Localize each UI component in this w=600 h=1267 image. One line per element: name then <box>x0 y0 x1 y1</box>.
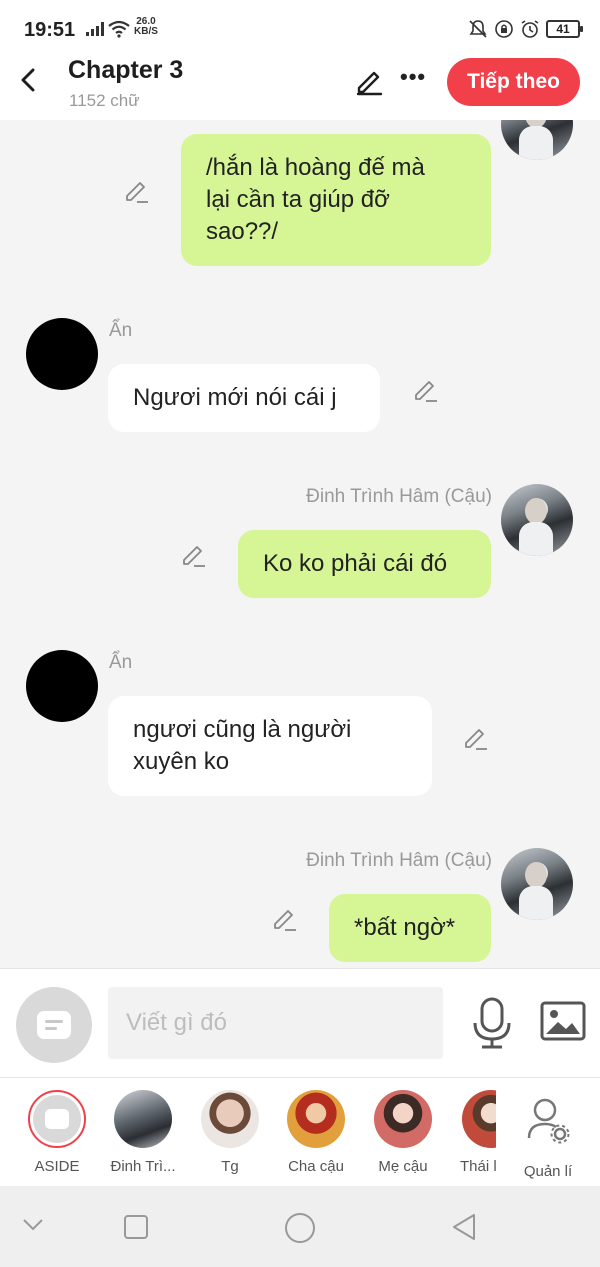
message-bubble[interactable]: *bất ngờ* <box>329 894 491 962</box>
message-line: Ngươi mới nói cái j <box>133 384 337 411</box>
message-line: lại cần ta giúp đỡ <box>206 186 390 213</box>
manage-characters-icon <box>527 1098 570 1144</box>
character-cha-cau[interactable]: Cha cậu <box>274 1090 358 1175</box>
recent-apps-icon[interactable] <box>123 1214 149 1240</box>
character-aside[interactable]: ASIDE <box>15 1090 99 1175</box>
battery-indicator: 41 <box>546 20 583 38</box>
status-icons: 41 <box>468 19 583 39</box>
mute-bell-icon <box>469 20 487 38</box>
character-label: Tg <box>221 1158 239 1175</box>
character-label: Mẹ cậu <box>378 1158 428 1175</box>
message-bubble[interactable]: ngươi cũng là người xuyên ko <box>108 696 432 796</box>
home-icon[interactable] <box>284 1212 316 1244</box>
character-label: ASIDE <box>34 1158 80 1175</box>
pen-edit-icon[interactable] <box>354 66 384 96</box>
chat-area[interactable]: /hắn là hoàng đế mà lại cần ta giúp đỡ s… <box>0 120 600 968</box>
character-avatar <box>201 1090 259 1148</box>
message-line: /hắn là hoàng đế mà <box>206 154 425 181</box>
network-speed-unit: KB/S <box>134 26 158 37</box>
edit-message-icon[interactable] <box>123 177 151 205</box>
status-time: 19:51 <box>24 19 76 41</box>
message-line: xuyên ko <box>133 748 230 775</box>
system-nav-bar <box>0 1186 600 1267</box>
avatar-dinh-trinh-ham[interactable] <box>501 484 573 556</box>
status-bar: 19:51 26.0 KB/S 41 <box>0 0 600 56</box>
back-arrow-icon[interactable] <box>14 64 46 96</box>
message-input[interactable] <box>108 987 443 1059</box>
character-label: Cha cậu <box>288 1158 344 1175</box>
character-avatar <box>374 1090 432 1148</box>
character-avatar <box>114 1090 172 1148</box>
edit-message-icon[interactable] <box>180 541 208 569</box>
edit-message-icon[interactable] <box>462 724 490 752</box>
lock-rotate-icon <box>495 20 513 38</box>
edit-message-icon[interactable] <box>412 376 440 404</box>
character-avatar <box>462 1090 496 1148</box>
message-bubble[interactable]: Ko ko phải cái đó <box>238 530 491 598</box>
avatar-an[interactable] <box>26 318 98 390</box>
chapter-header: Chapter 3 1152 chữ ••• Tiếp theo <box>0 56 600 120</box>
aside-avatar <box>28 1090 86 1148</box>
next-chapter-button[interactable]: Tiếp theo <box>447 58 580 106</box>
message-composer <box>0 968 600 1078</box>
signal-icon <box>86 22 104 36</box>
character-dinh-trinh-ham[interactable]: Đinh Trì... <box>101 1090 185 1175</box>
avatar-dinh-trinh-ham[interactable] <box>501 120 573 160</box>
character-me-cau[interactable]: Mẹ cậu <box>361 1090 445 1175</box>
image-icon[interactable] <box>540 1001 586 1041</box>
microphone-icon[interactable] <box>470 997 514 1049</box>
avatar-an[interactable] <box>26 650 98 722</box>
character-thai[interactable]: Thái l <box>448 1090 496 1175</box>
character-label: Quản lí <box>523 1163 573 1180</box>
character-label: Thái l <box>460 1158 496 1175</box>
wifi-icon <box>108 20 130 38</box>
character-label: Đinh Trì... <box>110 1158 176 1175</box>
network-speed: 26.0 KB/S <box>134 17 158 37</box>
character-tg[interactable]: Tg <box>188 1090 272 1175</box>
character-manage[interactable]: Quản lí <box>506 1090 590 1180</box>
message-line: *bất ngờ* <box>354 914 456 941</box>
aside-toggle-button[interactable] <box>16 987 92 1063</box>
sender-name: Ẩn <box>109 320 133 341</box>
chevron-down-icon[interactable] <box>22 1218 44 1232</box>
sender-name: Đinh Trình Hâm (Cậu) <box>306 486 492 507</box>
word-count: 1152 chữ <box>69 91 140 110</box>
message-bubble[interactable]: Ngươi mới nói cái j <box>108 364 380 432</box>
aside-chip-icon <box>37 1011 71 1039</box>
alarm-icon <box>521 20 539 38</box>
avatar-dinh-trinh-ham[interactable] <box>501 848 573 920</box>
message-line: Ko ko phải cái đó <box>263 550 448 577</box>
sender-name: Đinh Trình Hâm (Cậu) <box>306 850 492 871</box>
character-avatar <box>287 1090 345 1148</box>
more-options-icon[interactable]: ••• <box>400 64 426 90</box>
message-line: sao??/ <box>206 218 279 245</box>
app-root: 19:51 26.0 KB/S 41 Chapter 3 1152 chữ ••… <box>0 0 600 1267</box>
message-bubble[interactable]: /hắn là hoàng đế mà lại cần ta giúp đỡ s… <box>181 134 491 266</box>
edit-message-icon[interactable] <box>271 905 299 933</box>
character-selector: ASIDE Đinh Trì... Tg Cha cậu Mẹ cậu Thái… <box>0 1078 600 1186</box>
message-line: ngươi cũng là người <box>133 716 352 743</box>
back-triangle-icon[interactable] <box>450 1212 478 1242</box>
page-title: Chapter 3 <box>68 56 184 84</box>
sender-name: Ẩn <box>109 652 133 673</box>
